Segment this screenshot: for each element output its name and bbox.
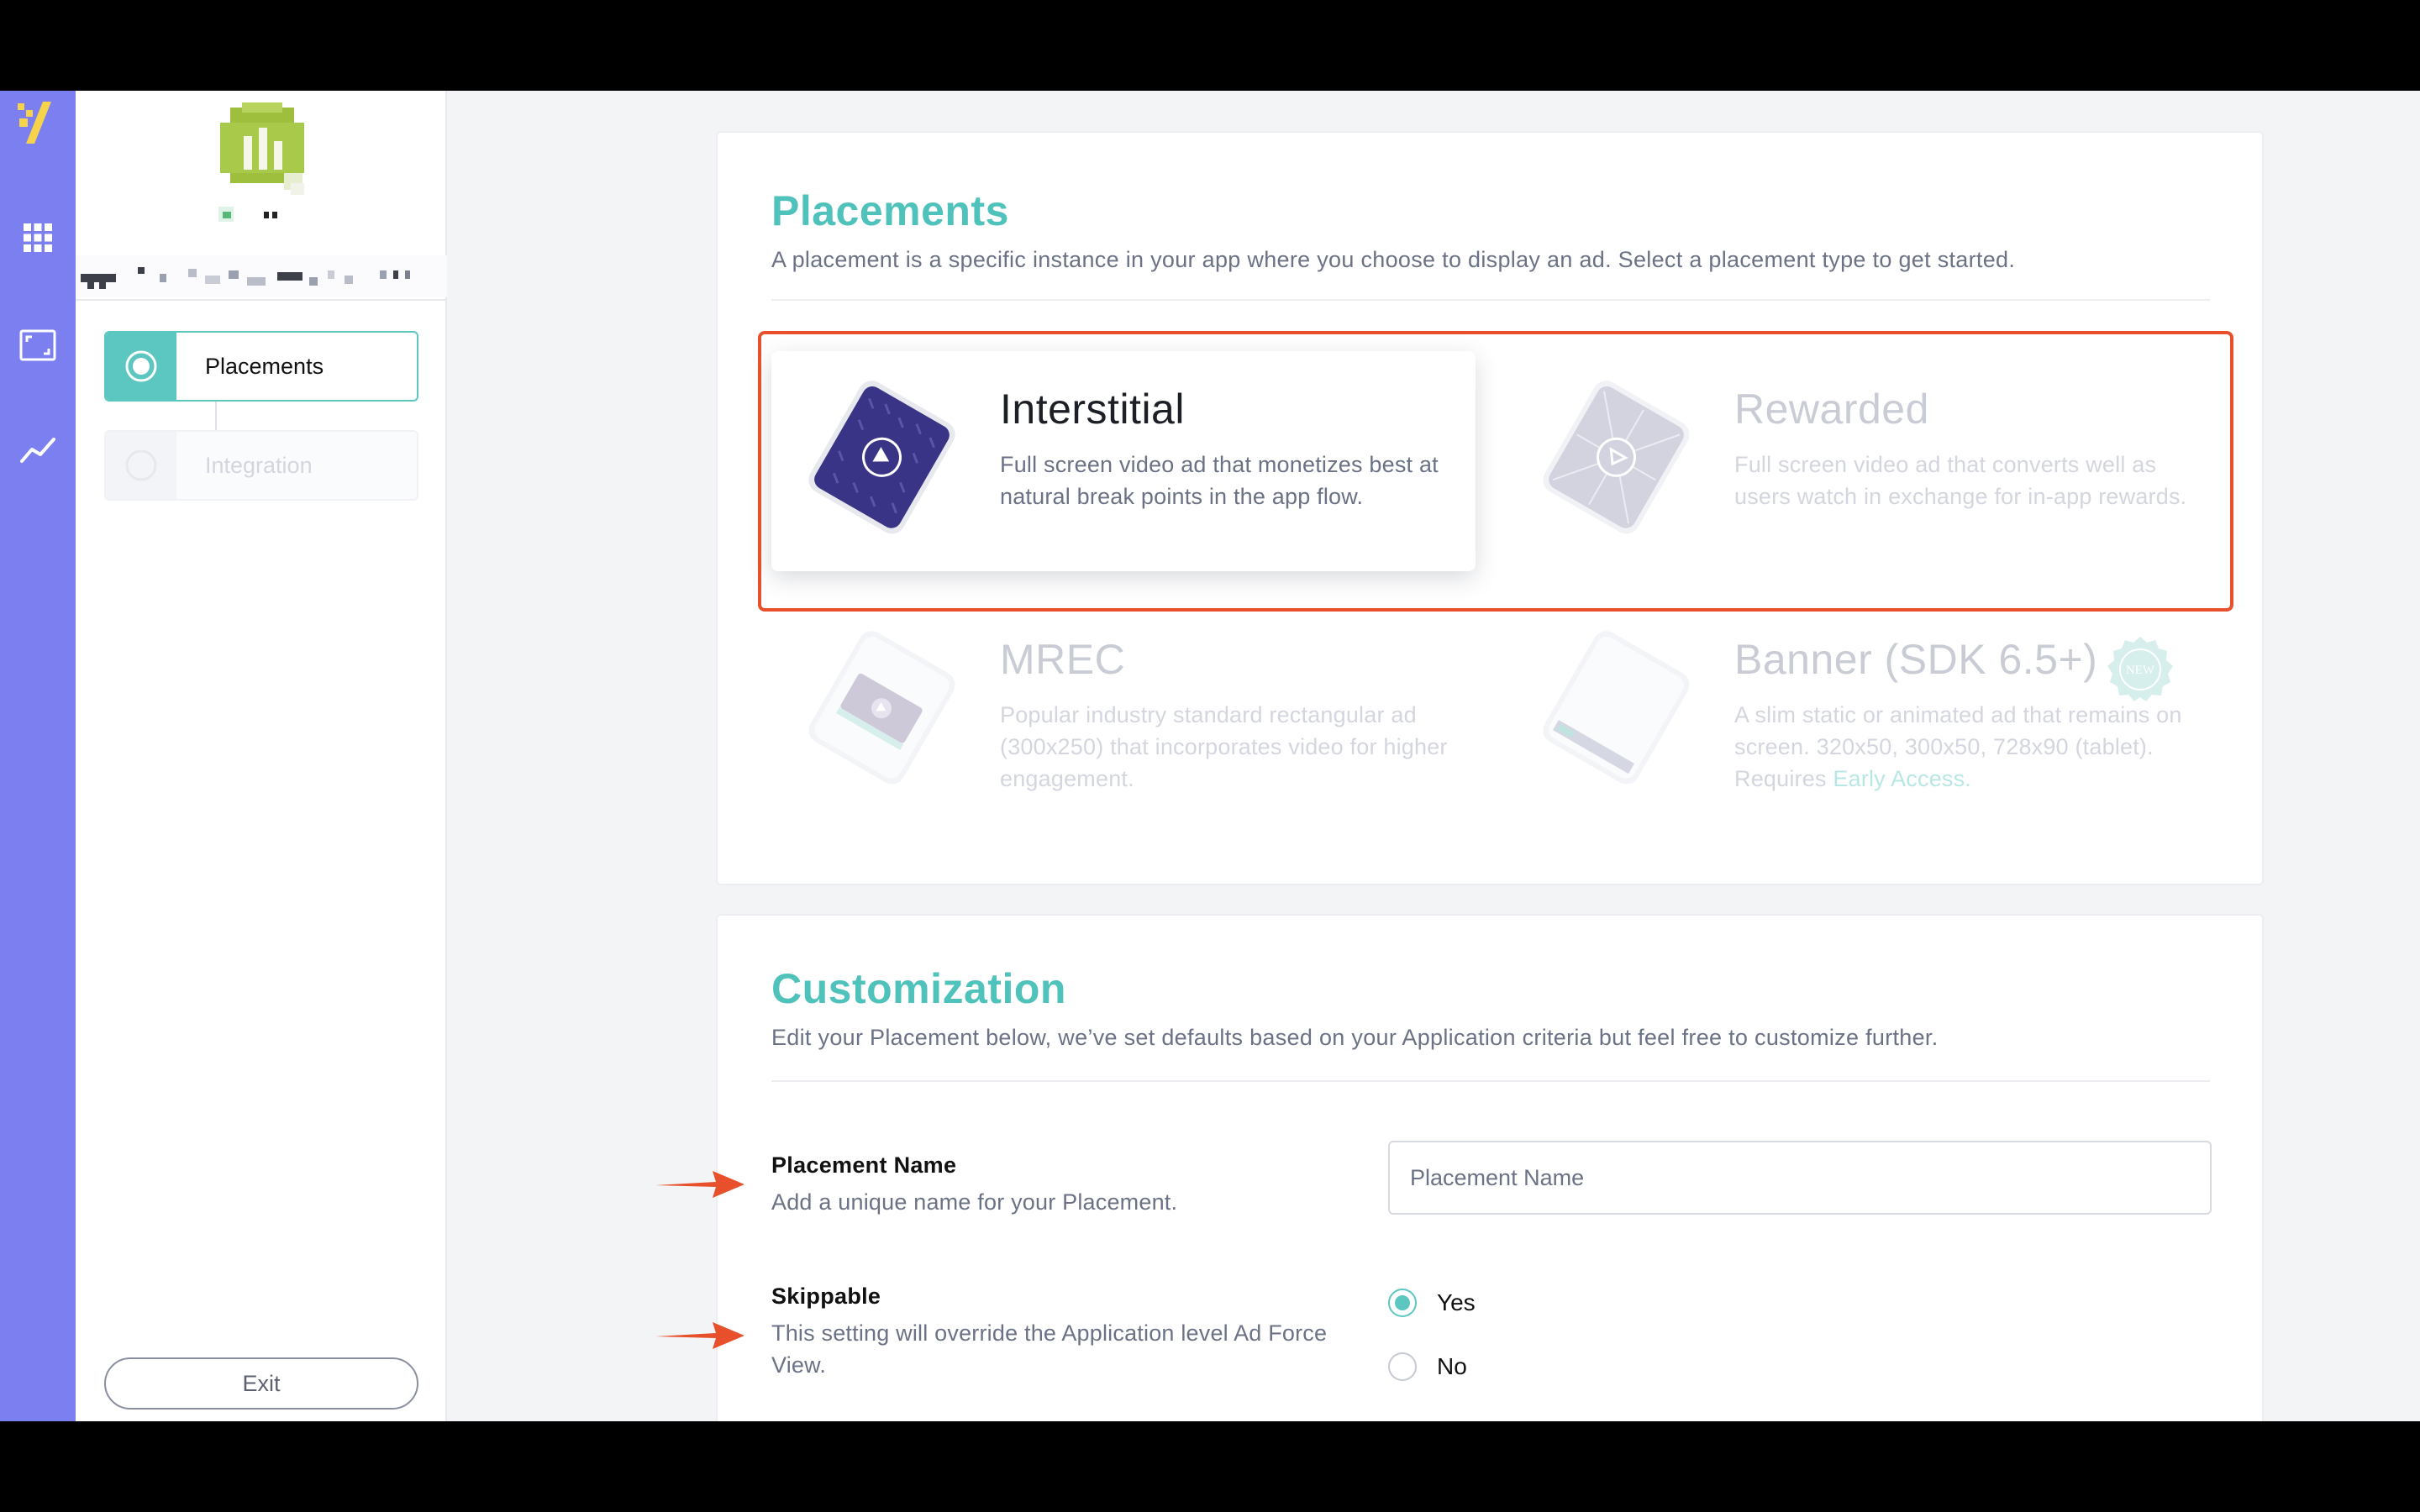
svg-text:NEW: NEW — [2126, 664, 2155, 677]
radio-label: No — [1437, 1353, 1467, 1379]
app-platform-icons — [217, 205, 284, 223]
placements-subtitle: A placement is a specific instance in yo… — [771, 247, 2016, 272]
bottom-letterbox — [0, 1421, 2420, 1512]
phone-banner-icon — [1526, 620, 1711, 788]
placement-type-banner[interactable]: Banner (SDK 6.5+) A slim static or anima… — [1506, 601, 2210, 822]
exit-button[interactable]: Exit — [104, 1357, 418, 1410]
step-integration[interactable]: Integration — [104, 430, 418, 501]
customization-card: Customization Edit your Placement below,… — [716, 914, 2264, 1421]
placement-name-help: Add a unique name for your Placement. — [771, 1189, 1178, 1215]
step-placements[interactable]: Placements — [104, 331, 418, 402]
placement-type-name: MREC — [1000, 636, 1126, 683]
app-window: Placements Integration Exit Placements A… — [0, 91, 2420, 1421]
skippable-label: Skippable — [771, 1284, 881, 1309]
phone-mrec-icon — [792, 620, 976, 788]
app-avatar — [213, 102, 313, 197]
step-connector — [215, 402, 217, 430]
placement-type-description: Popular industry standard rectangular ad… — [1000, 702, 1448, 791]
arrow-right-icon — [655, 1171, 744, 1198]
placement-frame-icon[interactable] — [10, 318, 66, 373]
placement-type-mrec[interactable]: MREC Popular industry standard rectangul… — [771, 601, 1476, 822]
skippable-option-no[interactable]: No — [1388, 1352, 1467, 1381]
step-label: Integration — [205, 452, 313, 478]
selection-highlight-box — [758, 331, 2233, 612]
icon-rail — [0, 91, 76, 1421]
left-panel: Placements Integration Exit — [76, 91, 447, 1421]
app-name-redacted — [76, 255, 447, 297]
left-divider — [76, 299, 447, 301]
top-letterbox — [0, 0, 2420, 91]
placements-card: Placements A placement is a specific ins… — [716, 131, 2264, 885]
customization-divider — [771, 1080, 2210, 1082]
customization-title: Customization — [771, 965, 1066, 1012]
arrow-right-icon — [655, 1322, 744, 1349]
step-label: Placements — [205, 353, 324, 379]
customization-subtitle: Edit your Placement below, we’ve set def… — [771, 1025, 1939, 1050]
placement-name-label: Placement Name — [771, 1152, 957, 1178]
early-access-link[interactable]: Early Access. — [1833, 766, 1971, 791]
radio-unchecked-icon[interactable] — [1388, 1352, 1417, 1381]
placements-divider — [771, 299, 2210, 301]
step-inactive-radio-icon — [106, 432, 176, 499]
new-badge-icon: NEW — [2106, 635, 2175, 704]
radio-checked-icon[interactable] — [1388, 1289, 1417, 1317]
step-active-radio-icon — [106, 333, 176, 400]
apps-grid-icon[interactable] — [10, 210, 66, 265]
placement-name-input[interactable] — [1388, 1141, 2212, 1215]
skippable-option-yes[interactable]: Yes — [1388, 1289, 1476, 1317]
brand-logo-icon[interactable] — [10, 94, 66, 150]
skippable-help: This setting will override the Applicati… — [771, 1320, 1328, 1378]
placement-type-description: A slim static or animated ad that remain… — [1734, 699, 2188, 795]
placement-type-name: Banner (SDK 6.5+) — [1734, 636, 2098, 683]
placements-title: Placements — [771, 187, 1009, 234]
trend-chart-icon[interactable] — [10, 422, 66, 477]
radio-label: Yes — [1437, 1289, 1476, 1315]
